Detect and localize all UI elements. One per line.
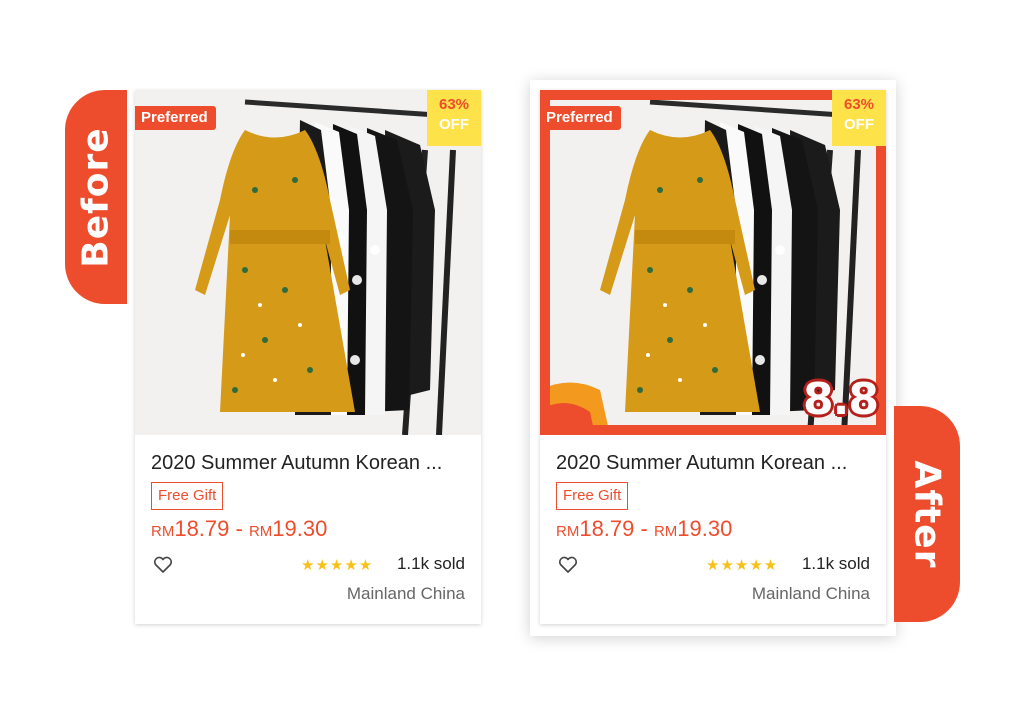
discount-badge: 63% OFF xyxy=(427,90,481,146)
currency-high: RM xyxy=(248,523,273,540)
currency-high: RM xyxy=(653,523,678,540)
price-high: 19.30 xyxy=(272,516,328,541)
price-low: 18.79 xyxy=(579,516,635,541)
sold-count: 1.1k sold xyxy=(801,554,870,573)
heart-outline-icon[interactable] xyxy=(558,556,578,579)
price-range: RM18.79 - RM19.30 xyxy=(151,516,327,542)
discount-badge: 63% OFF xyxy=(832,90,886,146)
free-gift-tag: Free Gift xyxy=(151,482,224,510)
currency-low: RM xyxy=(556,523,580,540)
before-label-tab: Before xyxy=(65,90,127,304)
heart-outline-icon[interactable] xyxy=(153,556,173,579)
rating-stars: ★★★★★ xyxy=(301,557,374,574)
product-title[interactable]: 2020 Summer Autumn Korean ... xyxy=(151,452,471,475)
shipping-location: Mainland China xyxy=(751,584,870,603)
price-separator: - xyxy=(634,516,654,541)
campaign-sale-label: 8.8 xyxy=(803,374,879,425)
discount-off-label: OFF xyxy=(439,116,469,133)
rating-stars: ★★★★★ xyxy=(706,557,779,574)
discount-percent: 63% xyxy=(843,96,875,113)
product-card-before[interactable]: Preferred 63% OFF 2020 Summer Autumn Kor… xyxy=(135,90,481,624)
discount-off-label: OFF xyxy=(844,116,874,133)
product-image[interactable]: Preferred 63% OFF xyxy=(135,90,481,435)
after-label: After xyxy=(906,460,948,568)
sold-count: 1.1k sold xyxy=(396,554,465,573)
price-range: RM18.79 - RM19.30 xyxy=(556,516,732,542)
preferred-badge: Preferred xyxy=(135,106,216,130)
currency-low: RM xyxy=(151,523,175,540)
after-label-tab: After xyxy=(894,406,960,622)
product-title[interactable]: 2020 Summer Autumn Korean ... xyxy=(556,452,876,475)
price-high: 19.30 xyxy=(677,516,733,541)
preferred-badge: Preferred xyxy=(540,106,621,130)
product-image[interactable]: Preferred 63% OFF 8.8 xyxy=(540,90,886,435)
price-low: 18.79 xyxy=(174,516,230,541)
price-separator: - xyxy=(229,516,249,541)
shipping-location: Mainland China xyxy=(346,584,465,603)
free-gift-tag: Free Gift xyxy=(556,482,629,510)
product-card-after[interactable]: Preferred 63% OFF 8.8 2020 Summer Autumn… xyxy=(540,90,886,624)
discount-percent: 63% xyxy=(438,96,470,113)
before-label: Before xyxy=(75,126,117,268)
